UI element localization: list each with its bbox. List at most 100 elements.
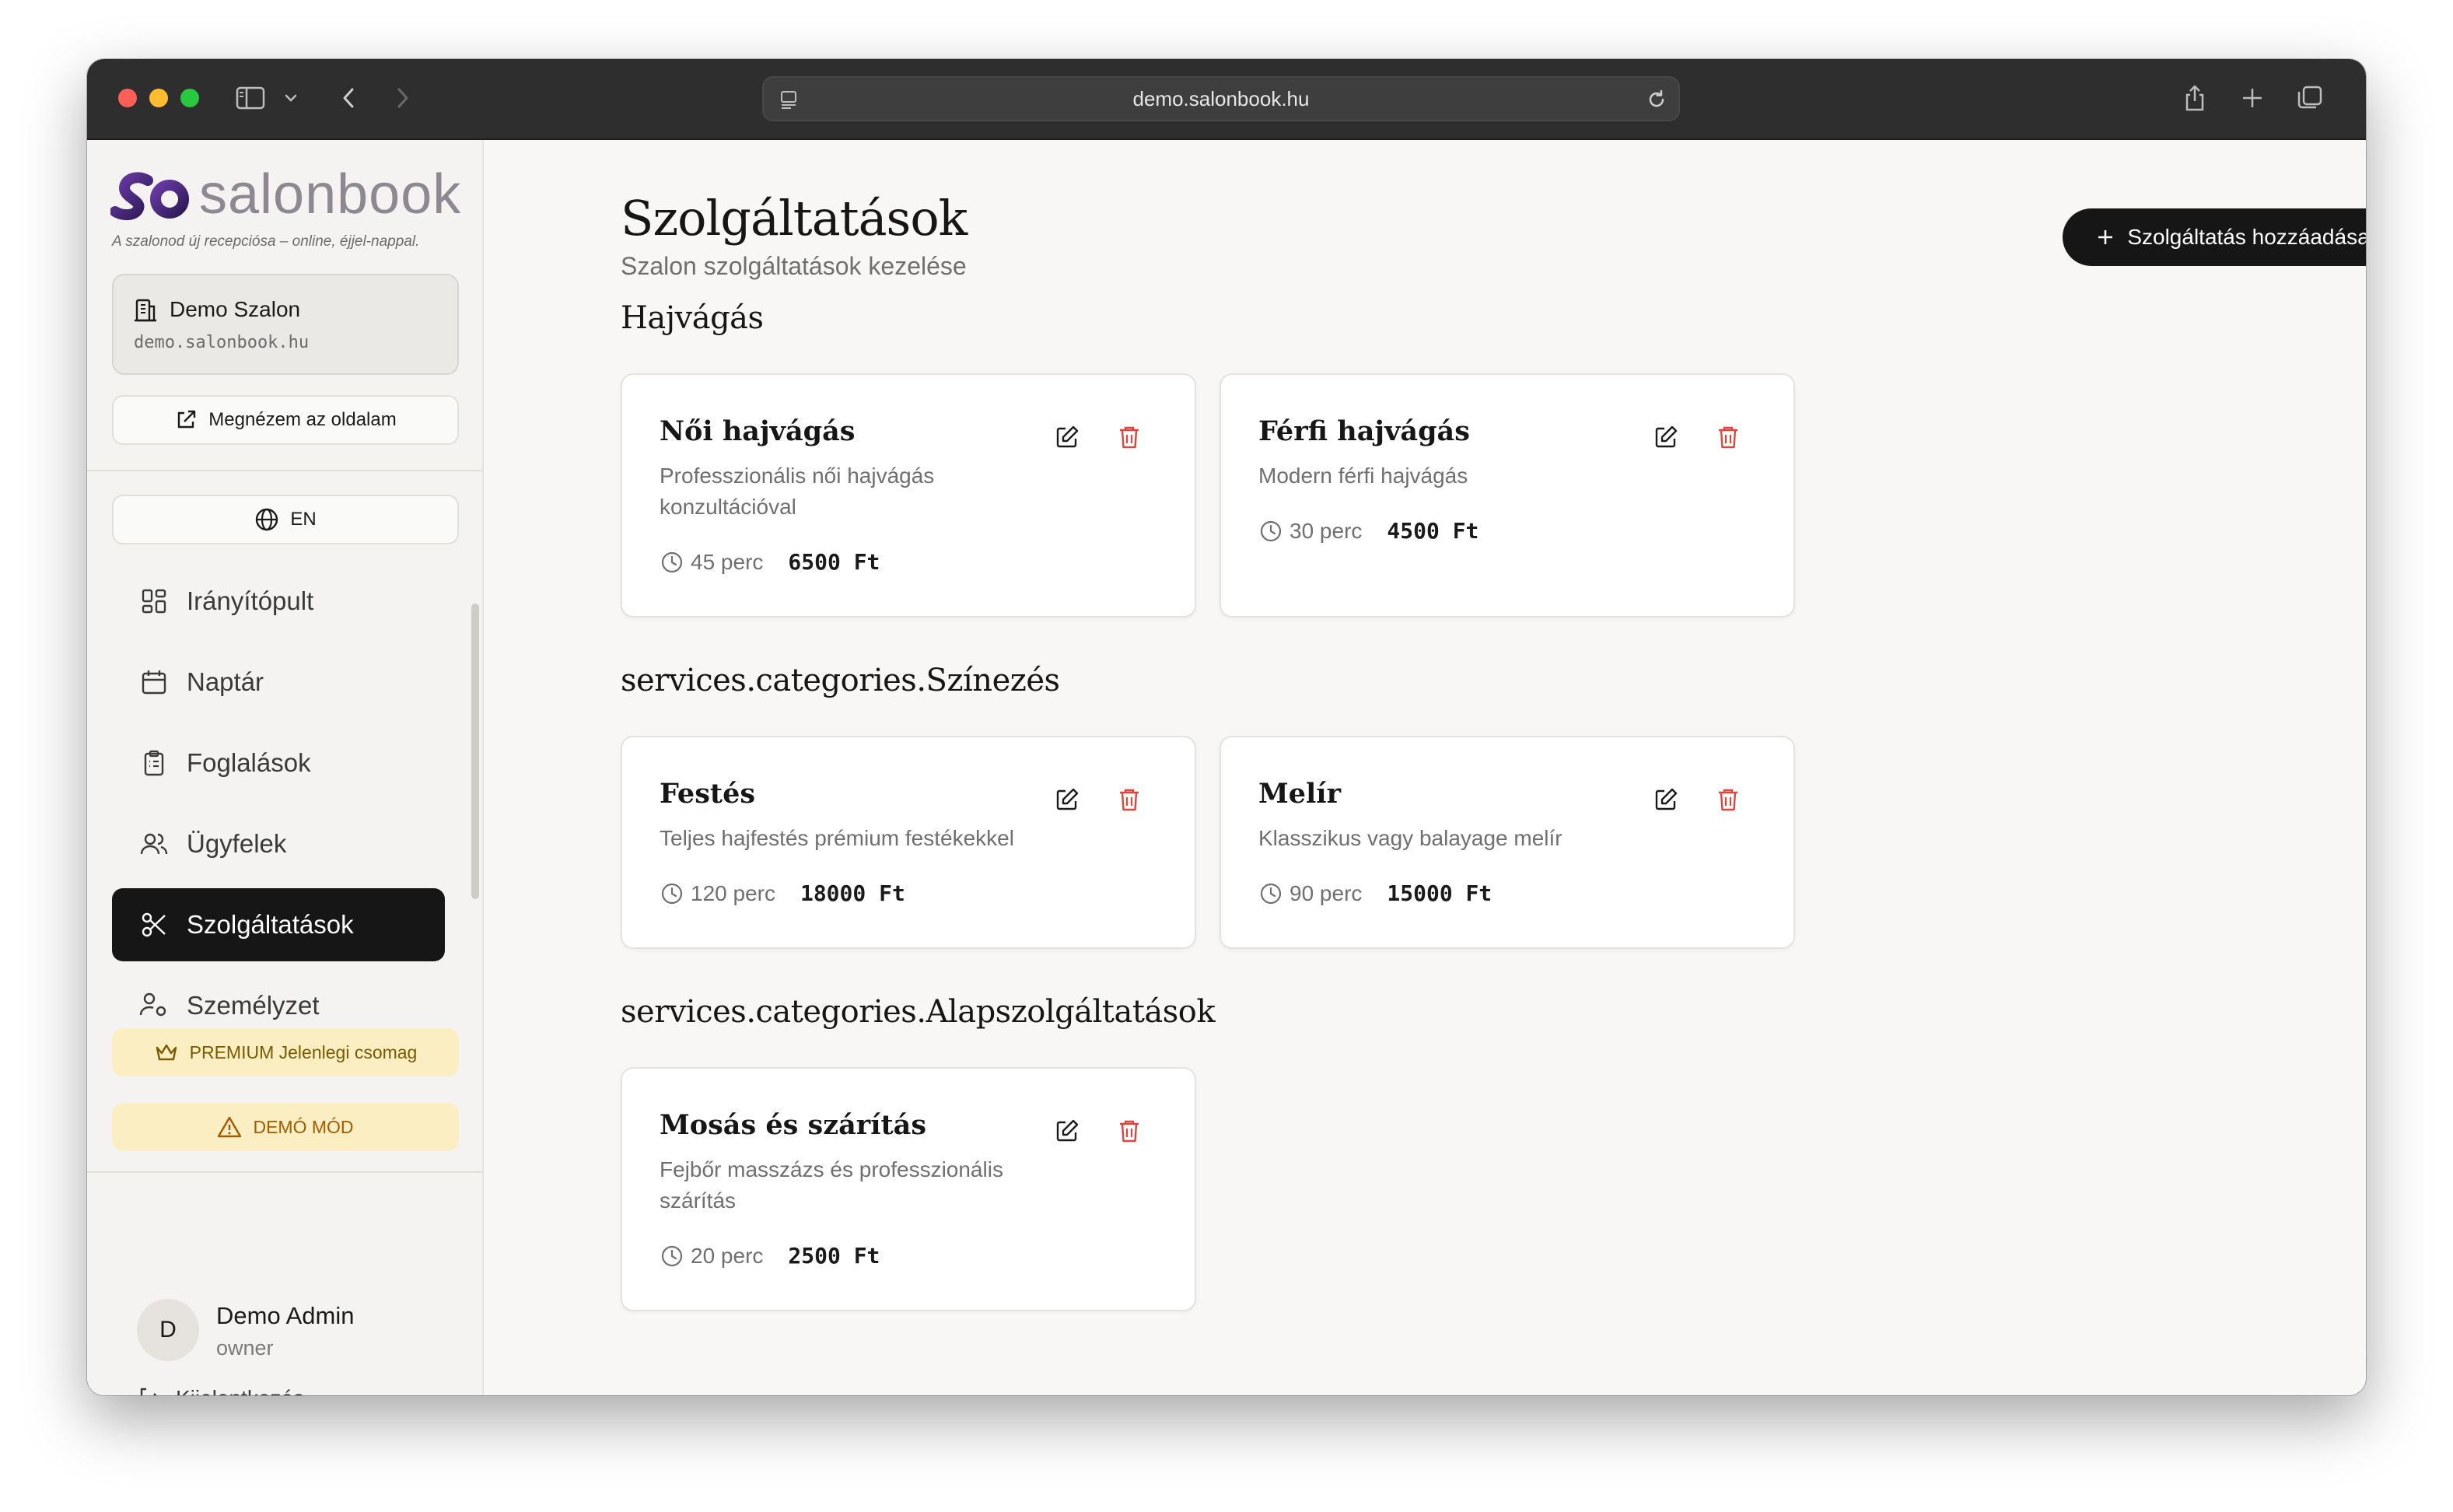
tagline: A szalonod új recepciósa – online, éjjel… <box>112 233 420 250</box>
nav-item-bookings[interactable]: Foglalások <box>112 726 445 800</box>
plus-icon <box>2096 228 2115 247</box>
service-description: Fejbőr masszázs és professzionális szárí… <box>660 1157 1003 1213</box>
trash-icon <box>1719 789 1737 811</box>
scissors-icon <box>138 909 170 940</box>
calendar-icon <box>138 667 170 698</box>
service-price: 6500 Ft <box>788 549 880 575</box>
premium-plan-badge: PREMIUM Jelenlegi csomag <box>112 1028 459 1076</box>
trash-icon <box>1719 426 1737 449</box>
service-card: Mosás és szárítás Fejbőr masszázs és pro… <box>621 1067 1196 1311</box>
language-switcher[interactable]: EN <box>112 495 459 544</box>
service-card: Melír Klasszikus vagy balayage melír 90 … <box>1220 736 1795 949</box>
edit-button[interactable] <box>1052 784 1083 815</box>
delete-button[interactable] <box>1114 422 1145 453</box>
edit-button[interactable] <box>1052 1115 1083 1146</box>
sidebar-scrollbar[interactable] <box>471 604 479 899</box>
sidebar-divider <box>87 470 484 471</box>
edit-icon <box>1056 425 1079 448</box>
trash-icon <box>1120 426 1139 449</box>
user-name: Demo Admin <box>216 1302 355 1329</box>
edit-button[interactable] <box>1650 422 1681 453</box>
page-subtitle: Szalon szolgáltatások kezelése <box>621 252 967 280</box>
service-duration: 120 perc <box>691 880 775 905</box>
view-site-button[interactable]: Megnézem az oldalam <box>112 395 459 445</box>
trash-icon <box>1120 789 1139 811</box>
forward-icon[interactable] <box>387 82 418 114</box>
edit-button[interactable] <box>1052 422 1083 453</box>
service-description: Modern férfi hajvágás <box>1258 464 1468 488</box>
minimize-window-button[interactable] <box>149 89 168 107</box>
language-label: EN <box>290 509 317 530</box>
category-title: services.categories.Színezés <box>621 663 1060 698</box>
delete-button[interactable] <box>1713 784 1744 815</box>
clock-icon <box>1258 881 1283 906</box>
zoom-window-button[interactable] <box>180 89 199 107</box>
nav-label: Irányítópult <box>187 586 314 615</box>
logout-icon <box>137 1386 162 1395</box>
service-duration: 45 perc <box>691 549 764 574</box>
dashboard-icon <box>138 586 170 617</box>
demo-mode-label: DEMÓ MÓD <box>253 1116 354 1137</box>
service-duration: 30 perc <box>1289 518 1363 543</box>
clock-icon <box>660 550 684 575</box>
service-card: Festés Teljes hajfestés prémium festékek… <box>621 736 1196 949</box>
service-meta: 45 perc 6500 Ft <box>660 549 880 575</box>
new-tab-icon[interactable] <box>2237 82 2268 114</box>
service-meta: 20 perc 2500 Ft <box>660 1243 880 1269</box>
reload-icon[interactable] <box>1643 86 1671 114</box>
avatar-initial: D <box>159 1317 177 1342</box>
back-icon[interactable] <box>333 82 364 114</box>
demo-mode-badge: DEMÓ MÓD <box>112 1103 459 1151</box>
address-bar[interactable]: demo.salonbook.hu <box>762 76 1680 121</box>
salon-name: Demo Szalon <box>170 297 301 321</box>
logout-button[interactable]: Kijelentkezés <box>137 1377 304 1395</box>
service-description: Teljes hajfestés prémium festékekkel <box>660 826 1014 850</box>
service-name: Női hajvágás <box>660 415 856 447</box>
logo[interactable]: salonbook <box>110 163 461 226</box>
delete-button[interactable] <box>1114 784 1145 815</box>
nav-label: Ügyfelek <box>187 829 287 858</box>
nav-item-clients[interactable]: Ügyfelek <box>112 807 445 880</box>
category-title: Hajvágás <box>621 300 764 336</box>
edit-button[interactable] <box>1650 784 1681 815</box>
page-settings-icon[interactable] <box>775 86 803 114</box>
premium-plan-label: PREMIUM Jelenlegi csomag <box>189 1041 418 1062</box>
avatar[interactable]: D <box>137 1299 199 1361</box>
share-icon[interactable] <box>2179 82 2210 114</box>
nav-item-calendar[interactable]: Naptár <box>112 646 445 719</box>
service-name: Férfi hajvágás <box>1258 415 1470 447</box>
delete-button[interactable] <box>1713 422 1744 453</box>
logo-wordmark: salonbook <box>199 163 462 226</box>
tab-overview-icon[interactable] <box>2294 82 2325 114</box>
service-meta: 30 perc 4500 Ft <box>1258 518 1478 544</box>
salon-card[interactable]: Demo Szalon demo.salonbook.hu <box>112 274 459 375</box>
trash-icon <box>1120 1120 1139 1143</box>
delete-button[interactable] <box>1114 1115 1145 1146</box>
edit-icon <box>1056 1119 1079 1142</box>
user-cog-icon <box>138 989 170 1020</box>
service-meta: 90 perc 15000 Ft <box>1258 880 1492 906</box>
close-window-button[interactable] <box>118 89 137 107</box>
service-name: Festés <box>660 778 756 810</box>
nav-item-staff[interactable]: Személyzet <box>112 969 445 1024</box>
service-price: 15000 Ft <box>1387 880 1492 906</box>
globe-icon <box>254 507 279 532</box>
users-icon <box>138 828 170 859</box>
sidebar-divider <box>87 1171 484 1173</box>
category-title: services.categories.Alapszolgáltatások <box>621 994 1216 1030</box>
view-site-label: Megnézem az oldalam <box>208 409 397 430</box>
sidebar-toggle-icon[interactable] <box>235 82 266 114</box>
edit-icon <box>1655 425 1678 448</box>
service-duration: 20 perc <box>691 1243 764 1268</box>
url-text: demo.salonbook.hu <box>1132 86 1310 110</box>
edit-icon <box>1655 788 1678 810</box>
service-meta: 120 perc 18000 Ft <box>660 880 905 906</box>
add-service-button[interactable]: Szolgáltatás hozzáadása <box>2063 208 2366 266</box>
clock-icon <box>660 1244 684 1269</box>
nav-item-services[interactable]: Szolgáltatások <box>112 888 445 961</box>
service-price: 18000 Ft <box>800 880 905 906</box>
chevron-down-icon[interactable] <box>275 82 306 114</box>
nav-item-dashboard[interactable]: Irányítópult <box>112 565 445 638</box>
service-duration: 90 perc <box>1289 880 1363 905</box>
building-icon <box>132 297 159 327</box>
